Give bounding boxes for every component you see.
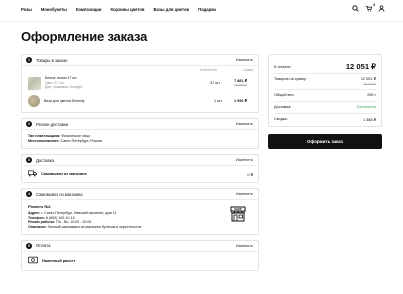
payer-type-value: Физическое лицо [61, 134, 91, 138]
weight-value: 250 г [367, 93, 376, 98]
nav-item-vases[interactable]: Вазы для цветов [153, 7, 189, 12]
product-name[interactable]: Ваза для цветов Serenity [44, 99, 85, 103]
product-image[interactable] [28, 76, 41, 90]
page-title: Оформление заказа [21, 29, 148, 44]
nav-item-gifts[interactable]: Подарки [198, 7, 216, 12]
product-qty: 1 шт [214, 99, 222, 103]
cash-icon [28, 256, 38, 265]
section-title: Самовывоз из магазина [36, 191, 83, 197]
pickup-truck-icon [28, 170, 37, 178]
product-packaging: Доп. упаковка: Sunlight [45, 85, 83, 90]
store-hours: Пн - Вс: 10:00 - 20:00 [56, 220, 92, 225]
column-qty: Количество [200, 68, 218, 72]
section-title: Товары в заказе [36, 57, 68, 63]
total-amount: 12 051 ₽ [345, 62, 376, 71]
delivery-price: 0 ₽ [247, 173, 253, 178]
delivery-label: Доставка: [274, 105, 292, 110]
section-title: Регион доставки [36, 121, 69, 127]
phone-label: Телефон: [28, 215, 45, 220]
store-description: Личный самовывоз из магазина бутиком в о… [47, 224, 142, 229]
change-link[interactable]: Изменить [236, 58, 253, 62]
goods-sum: 12 051 ₽ [360, 77, 376, 81]
pickup-section: 4 Самовывоз из магазина Изменить Flowers… [21, 188, 259, 235]
delivery-value: Бесплатно [357, 105, 376, 110]
delivery-section-header: 3 Доставка Изменить [22, 155, 258, 167]
column-sum: Сумма [242, 68, 253, 72]
change-link[interactable]: Изменить [236, 192, 253, 196]
change-link[interactable]: Изменить [236, 122, 253, 126]
product-qty: 37 шт [210, 81, 221, 85]
step-number: 5 [26, 242, 32, 249]
payment-option[interactable]: Наличный расчет [42, 259, 75, 263]
product-old-price: 16 920 ₽ [234, 83, 247, 87]
svg-text:SHOP: SHOP [234, 207, 242, 211]
step-number: 2 [26, 121, 32, 127]
table-row: Белые лилии 17 шт Цвет: 17 шт Доп. упако… [28, 74, 252, 92]
address-label: Адрес: [28, 211, 41, 216]
description-label: Описание: [28, 224, 47, 229]
nav-item-roses[interactable]: Розы [21, 7, 32, 12]
items-section: 1 Товары в заказе Изменить Количество Су… [21, 54, 259, 113]
main-nav: Розы Монобукеты Композиции Корзины цвето… [21, 7, 216, 12]
region-section: 2 Регион доставки Изменить Тип плательщи… [21, 118, 259, 150]
cart-count-badge: 4 [372, 2, 375, 7]
discount-label: Скидка: [274, 117, 288, 122]
nav-item-compositions[interactable]: Композиции [76, 7, 102, 12]
change-link[interactable]: Изменить [236, 158, 253, 162]
cart-icon [365, 5, 372, 12]
discount-value: 1 388 ₽ [363, 118, 376, 123]
place-order-button[interactable]: Оформить заказ [268, 134, 382, 149]
nav-item-monobouquets[interactable]: Монобукеты [41, 7, 67, 12]
change-link[interactable]: Изменить [236, 244, 253, 248]
step-number: 3 [26, 157, 32, 164]
top-header: Розы Монобукеты Композиции Корзины цвето… [0, 0, 403, 22]
product-price: 1 990 ₽ [234, 98, 247, 103]
step-number: 4 [26, 191, 32, 198]
order-summary: К оплате: 12 051 ₽ Товаров на сумму: 12 … [268, 54, 382, 128]
section-title: Доставка [36, 157, 54, 163]
goods-old-sum: 15 020 ₽ [363, 81, 376, 86]
total-label: К оплате: [274, 64, 292, 69]
store-address: г. Санкт-Петербург, Невский проспект, до… [41, 211, 117, 216]
hours-label: Режим работы: [28, 220, 56, 225]
payment-section: 5 Оплата Изменить Наличный расчет [21, 239, 259, 271]
payment-section-header: 5 Оплата Изменить [22, 241, 258, 252]
region-section-header: 2 Регион доставки Изменить [22, 119, 258, 130]
search-icon[interactable] [352, 5, 359, 12]
table-row: Ваза для цветов Serenity 1 шт 1 990 ₽ [28, 92, 252, 110]
section-title: Оплата [36, 243, 51, 249]
items-section-header: 1 Товары в заказе Изменить [22, 55, 258, 66]
location-label: Местоположение: [28, 138, 60, 143]
payer-type-label: Тип плательщика: [28, 134, 61, 138]
checkout-sections: 1 Товары в заказе Изменить Количество Су… [21, 54, 259, 276]
pickup-section-header: 4 Самовывоз из магазина Изменить [22, 189, 258, 201]
store-name: Flowers №1 [28, 204, 51, 210]
shop-icon: SHOP [230, 206, 246, 223]
store-phone: 8 (800) 100-10-10 [45, 215, 75, 220]
user-icon[interactable] [378, 5, 385, 12]
weight-label: Общий вес: [274, 93, 295, 98]
cart-button[interactable]: 4 [365, 2, 375, 12]
delivery-option[interactable]: Самовывоз из магазина [41, 172, 87, 176]
nav-item-baskets[interactable]: Корзины цветов [110, 7, 144, 12]
goods-sum-label: Товаров на сумму: [274, 77, 307, 81]
delivery-section: 3 Доставка Изменить Самовывоз из магазин… [21, 154, 259, 184]
product-image[interactable] [28, 95, 40, 107]
step-number: 1 [26, 57, 32, 63]
location-value: Санкт-Петербург, Россия [60, 138, 103, 143]
